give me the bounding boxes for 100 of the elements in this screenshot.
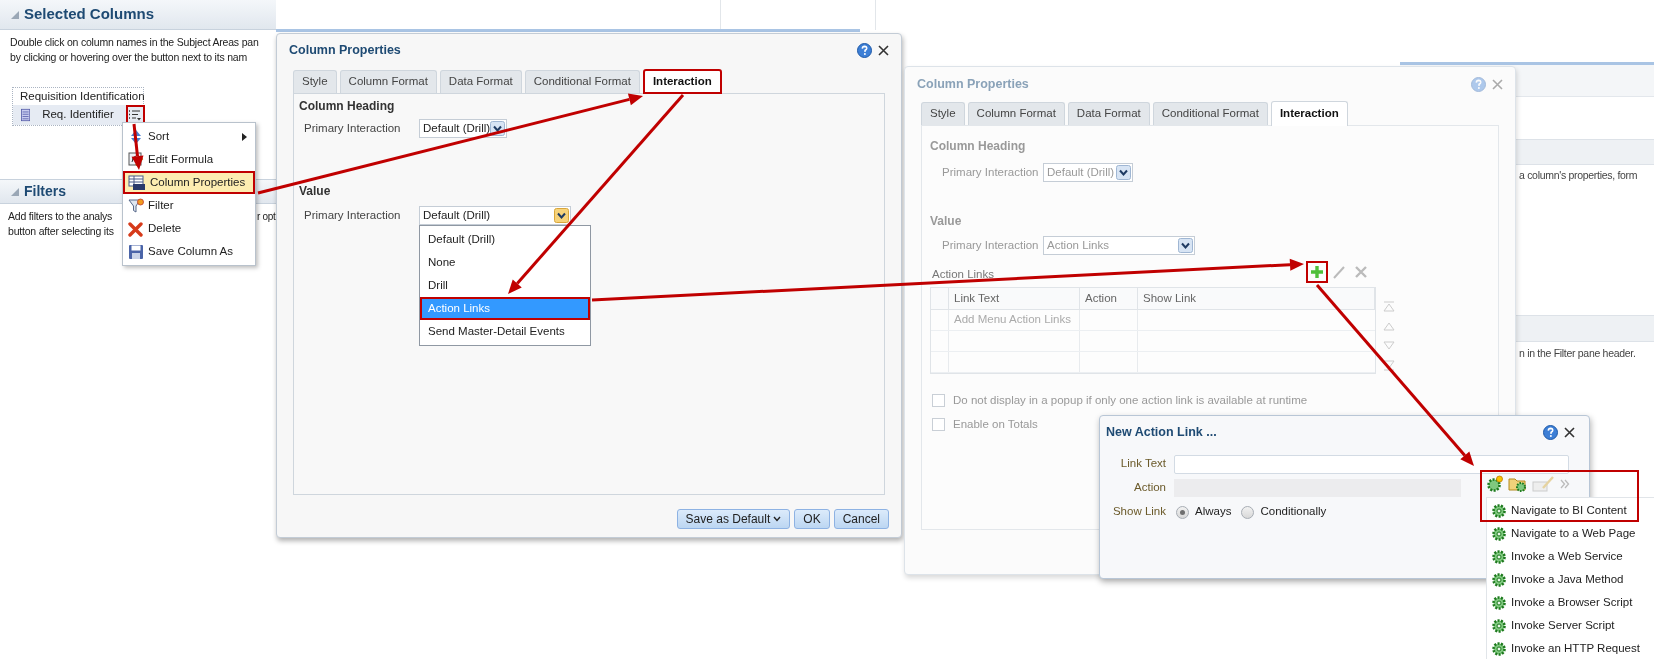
add-icon <box>1310 265 1324 279</box>
checkbox[interactable] <box>932 418 945 432</box>
tab[interactable]: Interaction <box>642 69 722 94</box>
section-heading: Value <box>299 183 331 200</box>
radio-label: Conditionally <box>1260 504 1327 520</box>
dialog-button[interactable]: Cancel <box>833 509 889 529</box>
instruction-text: Add filters to the analys <box>8 209 114 224</box>
select-field[interactable]: Default (Drill) <box>419 119 507 138</box>
tab[interactable]: Column Format <box>967 102 1065 125</box>
tab[interactable]: Interaction <box>1270 101 1348 126</box>
folder-label: Requisition Identification <box>19 89 143 104</box>
column-row[interactable]: Req. Identifier <box>13 105 143 125</box>
column-header: Show Link <box>1138 288 1375 309</box>
tab[interactable]: Style <box>921 102 965 125</box>
radio-button[interactable] <box>1241 505 1255 519</box>
checkbox-label: Enable on Totals <box>953 417 1038 433</box>
sort-icon <box>128 128 144 145</box>
menu-item[interactable]: Invoke an HTTP Request <box>1487 637 1654 659</box>
section-label: Action Links <box>932 266 995 282</box>
gear-icon <box>1491 594 1507 611</box>
tab[interactable]: Column Format <box>339 70 437 93</box>
field-label: Primary Interaction <box>942 237 1040 253</box>
input-field[interactable] <box>1174 454 1569 474</box>
gear-icon <box>1491 502 1507 519</box>
tab[interactable]: Conditional Format <box>524 70 640 93</box>
dialog-title: Column Properties <box>917 75 1030 93</box>
radio-label: Always <box>1195 504 1232 520</box>
instruction-text: Double click on column names in the Subject Areas pan <box>10 35 260 50</box>
instruction-text: r opt <box>257 210 276 224</box>
dropdown-option[interactable]: Drill <box>420 274 590 297</box>
submenu-arrow-icon <box>242 132 247 141</box>
gear-icon <box>1491 617 1507 634</box>
menu-item[interactable]: Save Column As <box>123 240 255 263</box>
help-icon[interactable] <box>857 42 872 58</box>
field-label: Show Link <box>1111 504 1166 520</box>
chevron-icon <box>773 516 782 522</box>
caret-icon[interactable] <box>1116 165 1131 180</box>
tab[interactable]: Style <box>293 70 337 93</box>
grid-icon <box>128 174 146 191</box>
filter-icon <box>128 197 144 214</box>
menu-item[interactable]: Column Properties <box>123 171 255 194</box>
field-label: Primary Interaction <box>304 120 402 136</box>
move-bottom-icon[interactable] <box>1382 360 1396 371</box>
help-icon[interactable] <box>1543 424 1558 440</box>
field-label: Primary Interaction <box>304 207 402 223</box>
checkbox-label: Do not display in a popup if only one action link is available at runtime <box>953 393 1308 408</box>
close-icon[interactable] <box>878 44 889 56</box>
field-label: Primary Interaction <box>942 164 1040 180</box>
toolbar-button[interactable] <box>1306 261 1328 283</box>
menu-item[interactable]: Filter <box>123 194 255 217</box>
checkbox[interactable] <box>932 394 945 408</box>
gear-icon <box>1491 525 1507 542</box>
field-label: Link Text <box>1119 456 1166 472</box>
field-label: Action <box>1133 480 1166 496</box>
instruction-text: by clicking or hovering over the button next to its nam <box>10 50 249 65</box>
tab[interactable]: Conditional Format <box>1152 102 1268 125</box>
section-heading: Value <box>930 213 962 230</box>
column-icon <box>21 107 31 123</box>
close-icon[interactable] <box>1564 426 1575 438</box>
tab[interactable]: Data Format <box>1067 102 1150 125</box>
panel-title: Selected Columns <box>24 4 155 25</box>
column-header: Link Text <box>949 288 1080 309</box>
dropdown-option[interactable]: Send Master-Detail Events <box>420 320 590 343</box>
menu-item[interactable]: Invoke a Web Service <box>1487 545 1654 568</box>
dialog-title: Column Properties <box>289 41 402 59</box>
select-field[interactable]: Default (Drill) <box>419 206 571 225</box>
menu-item[interactable]: Delete <box>123 217 255 240</box>
menu-item[interactable]: Sort <box>123 125 255 148</box>
tab[interactable]: Data Format <box>439 70 522 93</box>
list-icon <box>128 109 143 121</box>
gear-icon <box>1491 548 1507 565</box>
background-text: a column's properties, form <box>1519 168 1638 183</box>
menu-item[interactable]: Navigate to a Web Page <box>1487 522 1654 545</box>
save-icon <box>128 243 144 260</box>
menu-item[interactable]: Navigate to BI Content <box>1487 499 1654 522</box>
dropdown-option[interactable]: Default (Drill) <box>420 228 590 251</box>
delete-icon <box>128 220 144 237</box>
column-header: Action <box>1080 288 1138 309</box>
dialog-button[interactable]: Save as Default <box>676 509 791 529</box>
column-label: Req. Identifier <box>42 107 114 123</box>
placeholder-text: Add Menu Action Links <box>954 312 1071 328</box>
delete-icon <box>1354 265 1368 279</box>
dialog-button[interactable]: OK <box>794 509 830 529</box>
gear-icon <box>1491 640 1507 657</box>
pencil-icon <box>1332 265 1346 279</box>
gear-add-icon[interactable] <box>1486 474 1504 493</box>
dialog-title: New Action Link ... <box>1106 423 1218 441</box>
menu-item[interactable]: Invoke Server Script <box>1487 614 1654 637</box>
radio-button[interactable] <box>1176 505 1189 519</box>
panel-title: Filters <box>24 182 66 201</box>
dropdown-option[interactable]: None <box>420 251 590 274</box>
instruction-text: button after selecting its <box>8 224 114 239</box>
caret-icon[interactable] <box>554 208 569 223</box>
background-text: n in the Filter pane header. <box>1519 346 1636 361</box>
caret-icon[interactable] <box>1178 238 1193 253</box>
callout-arrow <box>131 123 144 170</box>
section-heading: Column Heading <box>930 138 1026 155</box>
menu-item[interactable]: Invoke a Java Method <box>1487 568 1654 591</box>
gear-icon <box>1491 571 1507 588</box>
menu-item[interactable]: Invoke a Browser Script <box>1487 591 1654 614</box>
